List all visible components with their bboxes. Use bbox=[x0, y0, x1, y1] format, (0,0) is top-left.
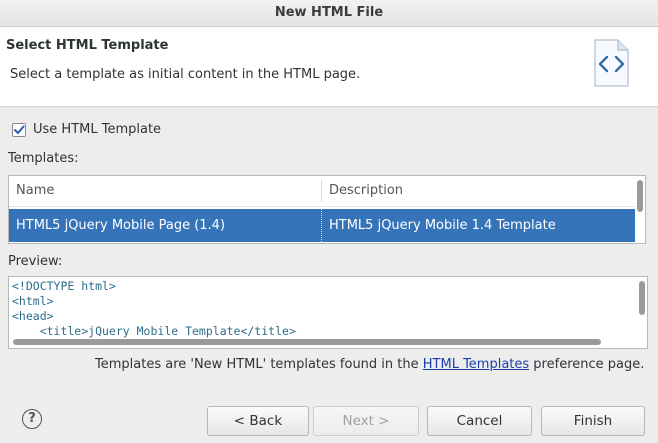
templates-label: Templates: bbox=[8, 151, 79, 166]
templates-footnote: Templates are 'New HTML' templates found… bbox=[95, 357, 644, 372]
check-icon bbox=[14, 125, 25, 134]
templates-table[interactable]: Name Description HTML5 jQuery Mobile Pag… bbox=[8, 175, 646, 244]
footnote-text-after: preference page. bbox=[529, 357, 645, 372]
preview-vertical-scrollbar[interactable] bbox=[639, 281, 645, 315]
checkbox-box[interactable] bbox=[12, 123, 26, 137]
html-templates-link[interactable]: HTML Templates bbox=[423, 357, 529, 372]
wizard-banner: Select HTML Template Select a template a… bbox=[0, 27, 658, 106]
code-line: <head> bbox=[12, 309, 54, 323]
footnote-text-before: Templates are 'New HTML' templates found… bbox=[95, 357, 423, 372]
use-template-label[interactable]: Use HTML Template bbox=[33, 122, 161, 137]
cancel-button[interactable]: Cancel bbox=[427, 406, 532, 436]
back-button[interactable]: < Back bbox=[207, 406, 309, 436]
html-file-icon bbox=[594, 39, 629, 87]
cell-divider bbox=[321, 209, 322, 242]
column-divider[interactable] bbox=[321, 180, 322, 202]
table-row[interactable]: HTML5 jQuery Mobile Page (1.4) HTML5 jQu… bbox=[9, 209, 635, 242]
templates-vertical-scrollbar[interactable] bbox=[637, 180, 643, 212]
code-line: <html> bbox=[12, 294, 54, 308]
column-header-name[interactable]: Name bbox=[16, 176, 54, 206]
banner-title: Select HTML Template bbox=[6, 38, 169, 53]
column-header-description[interactable]: Description bbox=[329, 176, 403, 206]
preview-label: Preview: bbox=[8, 254, 63, 269]
finish-button[interactable]: Finish bbox=[541, 406, 645, 436]
preview-code: <!DOCTYPE html> <html> <head> <title>jQu… bbox=[12, 279, 296, 339]
code-line: <title>jQuery Mobile Template</title> bbox=[12, 324, 296, 338]
banner-divider bbox=[0, 106, 658, 107]
window-title: New HTML File bbox=[0, 0, 658, 27]
next-button[interactable]: Next > bbox=[313, 406, 419, 436]
template-name-cell: HTML5 jQuery Mobile Page (1.4) bbox=[16, 218, 226, 233]
table-header: Name Description bbox=[9, 176, 635, 207]
preview-pane[interactable]: <!DOCTYPE html> <html> <head> <title>jQu… bbox=[8, 276, 648, 349]
banner-description: Select a template as initial content in … bbox=[10, 67, 361, 82]
help-icon[interactable]: ? bbox=[22, 409, 42, 429]
template-description-cell: HTML5 jQuery Mobile 1.4 Template bbox=[329, 218, 556, 233]
code-line: <!DOCTYPE html> bbox=[12, 279, 116, 293]
preview-horizontal-scrollbar[interactable] bbox=[13, 339, 601, 345]
